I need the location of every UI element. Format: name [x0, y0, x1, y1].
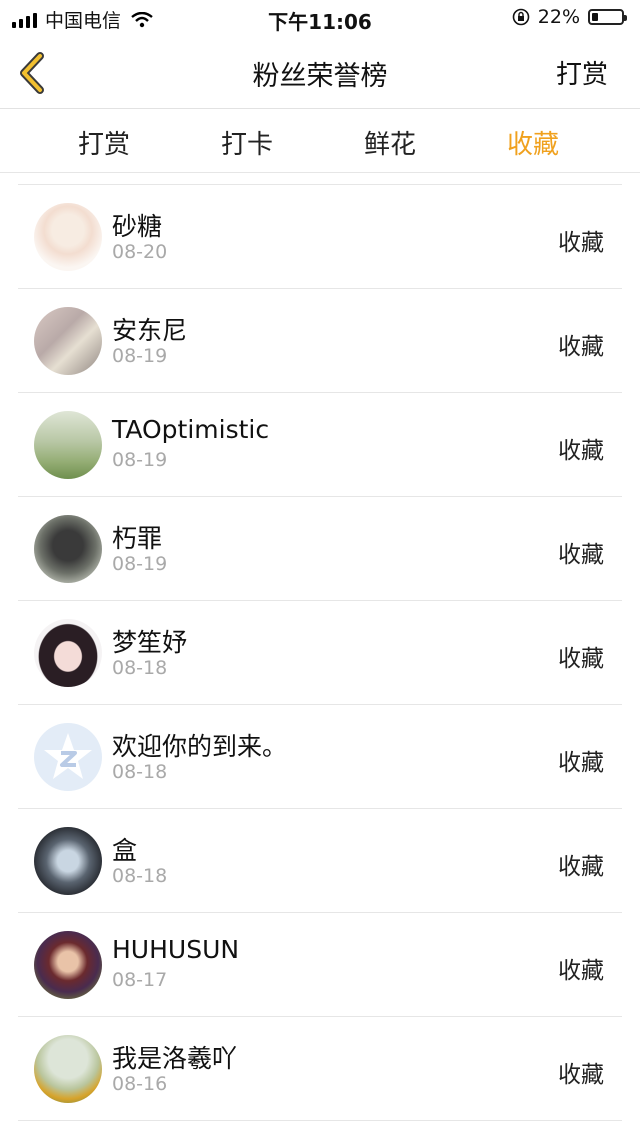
rotation-lock-icon	[512, 8, 530, 26]
action-tag: 收藏	[558, 1062, 604, 1088]
fan-name: 我是洛羲吖	[112, 1044, 238, 1073]
fan-date: 08-16	[112, 1073, 168, 1095]
avatar	[34, 203, 102, 271]
list-item[interactable]: 安东尼 08-19 收藏	[18, 289, 622, 393]
avatar	[34, 931, 102, 999]
action-tag: 收藏	[558, 542, 604, 568]
avatar	[34, 411, 102, 479]
list-item[interactable]: TAOptimistic 08-19 收藏	[18, 393, 622, 497]
battery-icon	[588, 9, 627, 25]
fan-date: 08-19	[112, 449, 168, 471]
fan-name: 梦笙妤	[112, 628, 188, 657]
list-item[interactable]: 砂糖 08-20 收藏	[18, 185, 622, 289]
avatar	[34, 619, 102, 687]
fan-name: 朽罪	[112, 524, 163, 553]
tab-reward[interactable]: 打赏	[34, 124, 174, 161]
tab-favorites[interactable]: 收藏	[463, 124, 603, 161]
nav-bar: 粉丝荣誉榜 打赏	[0, 36, 640, 109]
fan-name: 欢迎你的到来。	[112, 732, 288, 761]
fan-date: 08-18	[112, 865, 168, 887]
avatar	[34, 1035, 102, 1103]
tab-checkin[interactable]: 打卡	[177, 124, 317, 161]
action-tag: 收藏	[558, 438, 604, 464]
avatar	[34, 723, 102, 791]
list-item[interactable]: 盒 08-18 收藏	[18, 809, 622, 913]
action-tag: 收藏	[558, 750, 604, 776]
action-tag: 收藏	[558, 230, 604, 256]
action-tag: 收藏	[558, 646, 604, 672]
list-item[interactable]: 我是洛羲吖 08-16 收藏	[18, 1017, 622, 1121]
list-item[interactable]: 梦笙妤 08-18 收藏	[18, 601, 622, 705]
fan-name: HUHUSUN	[112, 935, 240, 964]
avatar	[34, 827, 102, 895]
fan-list: 砂糖 08-20 收藏 安东尼 08-19 收藏 TAOptimistic 08…	[18, 184, 622, 1121]
fan-name: TAOptimistic	[112, 415, 270, 444]
battery-percent: 22%	[537, 6, 580, 28]
fan-date: 08-20	[112, 241, 168, 263]
action-tag: 收藏	[558, 958, 604, 984]
fan-date: 08-19	[112, 345, 168, 367]
fan-date: 08-18	[112, 657, 168, 679]
action-tag: 收藏	[558, 334, 604, 360]
fan-date: 08-17	[112, 969, 168, 991]
page-title: 粉丝荣誉榜	[252, 61, 388, 92]
default-avatar-icon	[44, 733, 92, 779]
fan-date: 08-18	[112, 761, 168, 783]
list-item[interactable]: HUHUSUN 08-17 收藏	[18, 913, 622, 1017]
avatar	[34, 307, 102, 375]
list-item[interactable]: 欢迎你的到来。 08-18 收藏	[18, 705, 622, 809]
status-right: 22%	[512, 6, 627, 28]
tab-bar: 打赏 打卡 鲜花 收藏	[0, 110, 640, 173]
avatar	[34, 515, 102, 583]
tab-flowers[interactable]: 鲜花	[320, 124, 460, 161]
fan-name: 砂糖	[112, 212, 163, 241]
status-bar: 中国电信 下午11:06 22%	[0, 0, 640, 36]
fan-date: 08-19	[112, 553, 168, 575]
list-item[interactable]: 朽罪 08-19 收藏	[18, 497, 622, 601]
reward-button[interactable]: 打赏	[556, 54, 608, 91]
fan-name: 安东尼	[112, 316, 188, 345]
action-tag: 收藏	[558, 854, 604, 880]
fan-name: 盒	[112, 836, 138, 865]
